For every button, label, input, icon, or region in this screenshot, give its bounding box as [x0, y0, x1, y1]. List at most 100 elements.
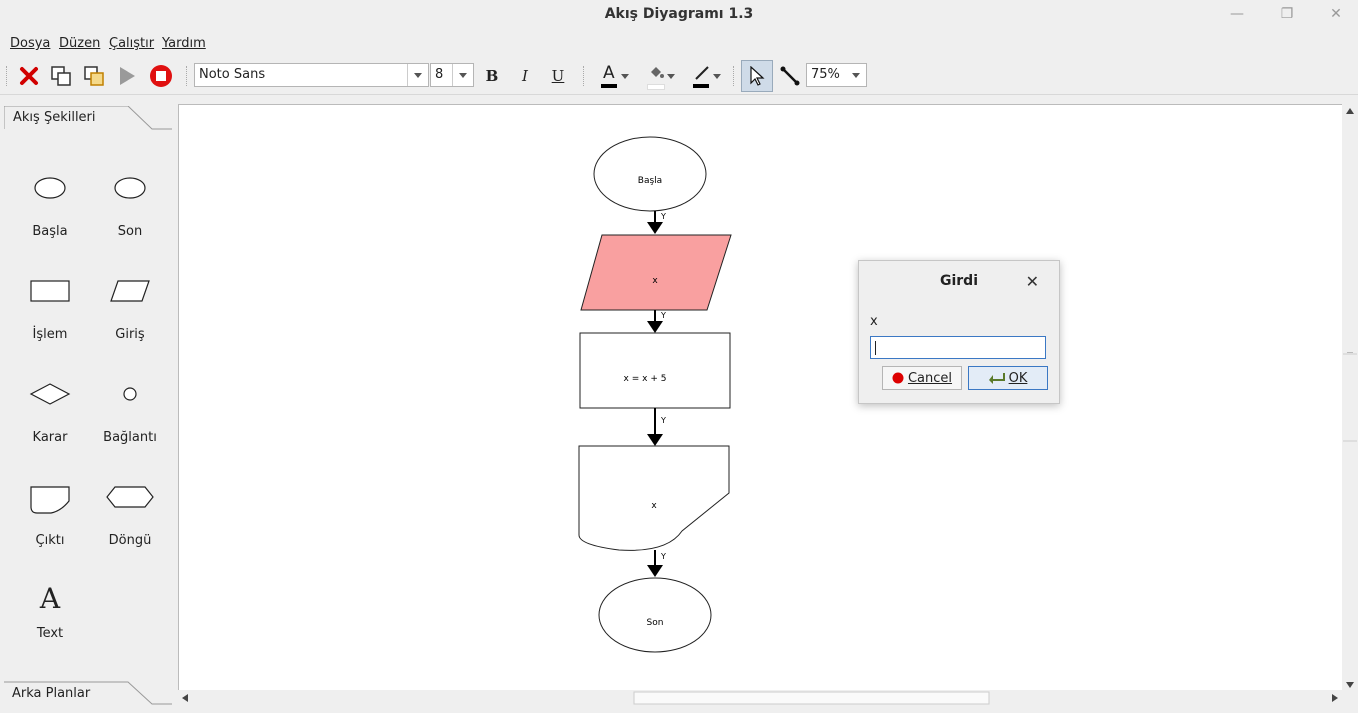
shape-palette: Akış Şekilleri Başla Son İşlem Giriş Kar… — [0, 104, 172, 713]
font-size-select[interactable]: 8 — [430, 63, 474, 87]
shape-output-label: Çıktı — [35, 533, 65, 548]
flow-node-input[interactable]: x — [580, 234, 732, 311]
document-icon — [30, 486, 70, 514]
flow-edge-label: Y — [660, 212, 666, 221]
shape-process[interactable]: İşlem — [12, 279, 88, 359]
toolbar: Noto Sans 8 B I U A 75% — [0, 58, 1358, 95]
ellipse-icon — [114, 177, 146, 199]
stop-icon[interactable] — [147, 62, 175, 90]
text-color-button[interactable]: A — [592, 62, 636, 90]
shape-text-label: Text — [36, 626, 64, 641]
chevron-down-icon[interactable] — [846, 64, 866, 86]
tab-flow-shapes-label: Akış Şekilleri — [13, 110, 96, 125]
text-icon: A — [39, 582, 61, 615]
shape-end[interactable]: Son — [92, 176, 168, 256]
connector-icon[interactable] — [776, 62, 804, 90]
pointer-icon[interactable] — [741, 60, 773, 92]
maximize-icon[interactable]: ❐ — [1276, 5, 1298, 23]
minimize-icon[interactable]: — — [1226, 5, 1248, 23]
shape-start-label: Başla — [32, 224, 68, 239]
menu-calistir[interactable]: Çalıştır — [109, 36, 154, 51]
flow-node-end[interactable]: Son — [598, 577, 712, 653]
enter-icon — [988, 373, 1005, 384]
flow-node-end-label: Son — [647, 618, 664, 628]
flow-node-process[interactable]: x = x + 5 — [579, 332, 731, 409]
shape-process-label: İşlem — [32, 327, 68, 342]
run-icon[interactable] — [113, 62, 141, 90]
cancel-button[interactable]: Cancel — [882, 366, 962, 390]
cancel-icon — [892, 372, 904, 384]
diagram-canvas[interactable]: Başla Y x Y x = x + 5 Y x Y Son — [178, 104, 1343, 691]
shape-decision[interactable]: Karar — [12, 382, 88, 462]
flow-node-output-label: x — [651, 501, 657, 511]
shape-decision-label: Karar — [32, 430, 68, 445]
hexagon-icon — [106, 486, 154, 508]
menu-yardim[interactable]: Yardım — [162, 36, 206, 51]
ok-button[interactable]: OK — [968, 366, 1048, 390]
diamond-icon — [29, 383, 71, 405]
ellipse-icon — [34, 177, 66, 199]
close-icon[interactable]: ✕ — [1026, 272, 1039, 291]
dialog-prompt: x — [870, 314, 878, 329]
menu-bar: Dosya Düzen Çalıştır Yardım — [0, 34, 1358, 54]
tab-backgrounds[interactable]: Arka Planlar — [4, 681, 172, 705]
shape-connector-label: Bağlantı — [103, 430, 157, 445]
flow-edge-label: Y — [660, 311, 666, 320]
flow-node-input-label: x — [652, 276, 658, 286]
menu-dosya[interactable]: Dosya — [10, 36, 50, 51]
parallelogram-icon — [110, 280, 150, 302]
paint-bucket-icon — [651, 67, 664, 78]
horizontal-scrollbar[interactable] — [178, 690, 1342, 706]
input-dialog: Girdi ✕ x Cancel OK — [858, 260, 1060, 404]
chevron-down-icon[interactable] — [407, 64, 428, 86]
line-color-button[interactable] — [684, 62, 728, 90]
shape-connector[interactable]: Bağlantı — [92, 382, 168, 462]
underline-button[interactable]: U — [544, 62, 572, 90]
chevron-down-icon[interactable] — [452, 64, 473, 86]
copy-icon[interactable] — [47, 62, 75, 90]
rectangle-icon — [30, 280, 70, 302]
bold-button[interactable]: B — [478, 62, 506, 90]
zoom-value: 75% — [811, 67, 840, 82]
italic-button[interactable]: I — [511, 62, 539, 90]
flow-node-start[interactable]: Başla — [593, 136, 707, 212]
tab-backgrounds-label: Arka Planlar — [12, 686, 91, 701]
text-color-icon: A — [603, 63, 615, 83]
close-icon[interactable]: ✕ — [1325, 5, 1347, 23]
title-bar: Akış Diyagramı 1.3 — ❐ ✕ — [0, 0, 1358, 30]
shape-input-label: Giriş — [115, 327, 145, 342]
shape-start[interactable]: Başla — [12, 176, 88, 256]
toolbar-grip — [6, 66, 9, 86]
flow-edge: Y — [647, 408, 666, 446]
shape-loop-label: Döngü — [108, 533, 152, 548]
window-title: Akış Diyagramı 1.3 — [604, 6, 754, 22]
flow-node-process-label: x = x + 5 — [624, 374, 667, 384]
shape-end-label: Son — [117, 224, 143, 239]
fill-color-button[interactable] — [638, 62, 682, 90]
flow-edge: Y — [647, 310, 666, 333]
paste-icon[interactable] — [80, 62, 108, 90]
menu-duzen[interactable]: Düzen — [59, 36, 100, 51]
toolbar-separator — [186, 66, 189, 86]
font-family-select[interactable]: Noto Sans — [194, 63, 429, 87]
delete-icon[interactable] — [15, 62, 43, 90]
font-family-value: Noto Sans — [199, 67, 266, 82]
flow-node-output[interactable]: x — [578, 445, 730, 551]
flow-node-start-label: Başla — [638, 176, 662, 186]
shape-loop[interactable]: Döngü — [92, 485, 168, 565]
dialog-input-field[interactable] — [870, 336, 1046, 359]
shape-text[interactable]: A Text — [12, 584, 88, 664]
vertical-scrollbar[interactable] — [1342, 104, 1358, 691]
shape-output[interactable]: Çıktı — [12, 485, 88, 565]
flow-edge: Y — [647, 211, 666, 234]
text-caret — [875, 341, 876, 355]
circle-icon — [123, 387, 137, 401]
flow-edge-label: Y — [660, 552, 666, 561]
toolbar-separator — [583, 66, 586, 86]
pen-icon — [695, 66, 709, 80]
toolbar-separator — [733, 66, 736, 86]
zoom-select[interactable]: 75% — [806, 63, 867, 87]
shape-input[interactable]: Giriş — [92, 279, 168, 359]
tab-flow-shapes[interactable]: Akış Şekilleri — [4, 106, 172, 130]
flow-edge: Y — [647, 550, 666, 577]
